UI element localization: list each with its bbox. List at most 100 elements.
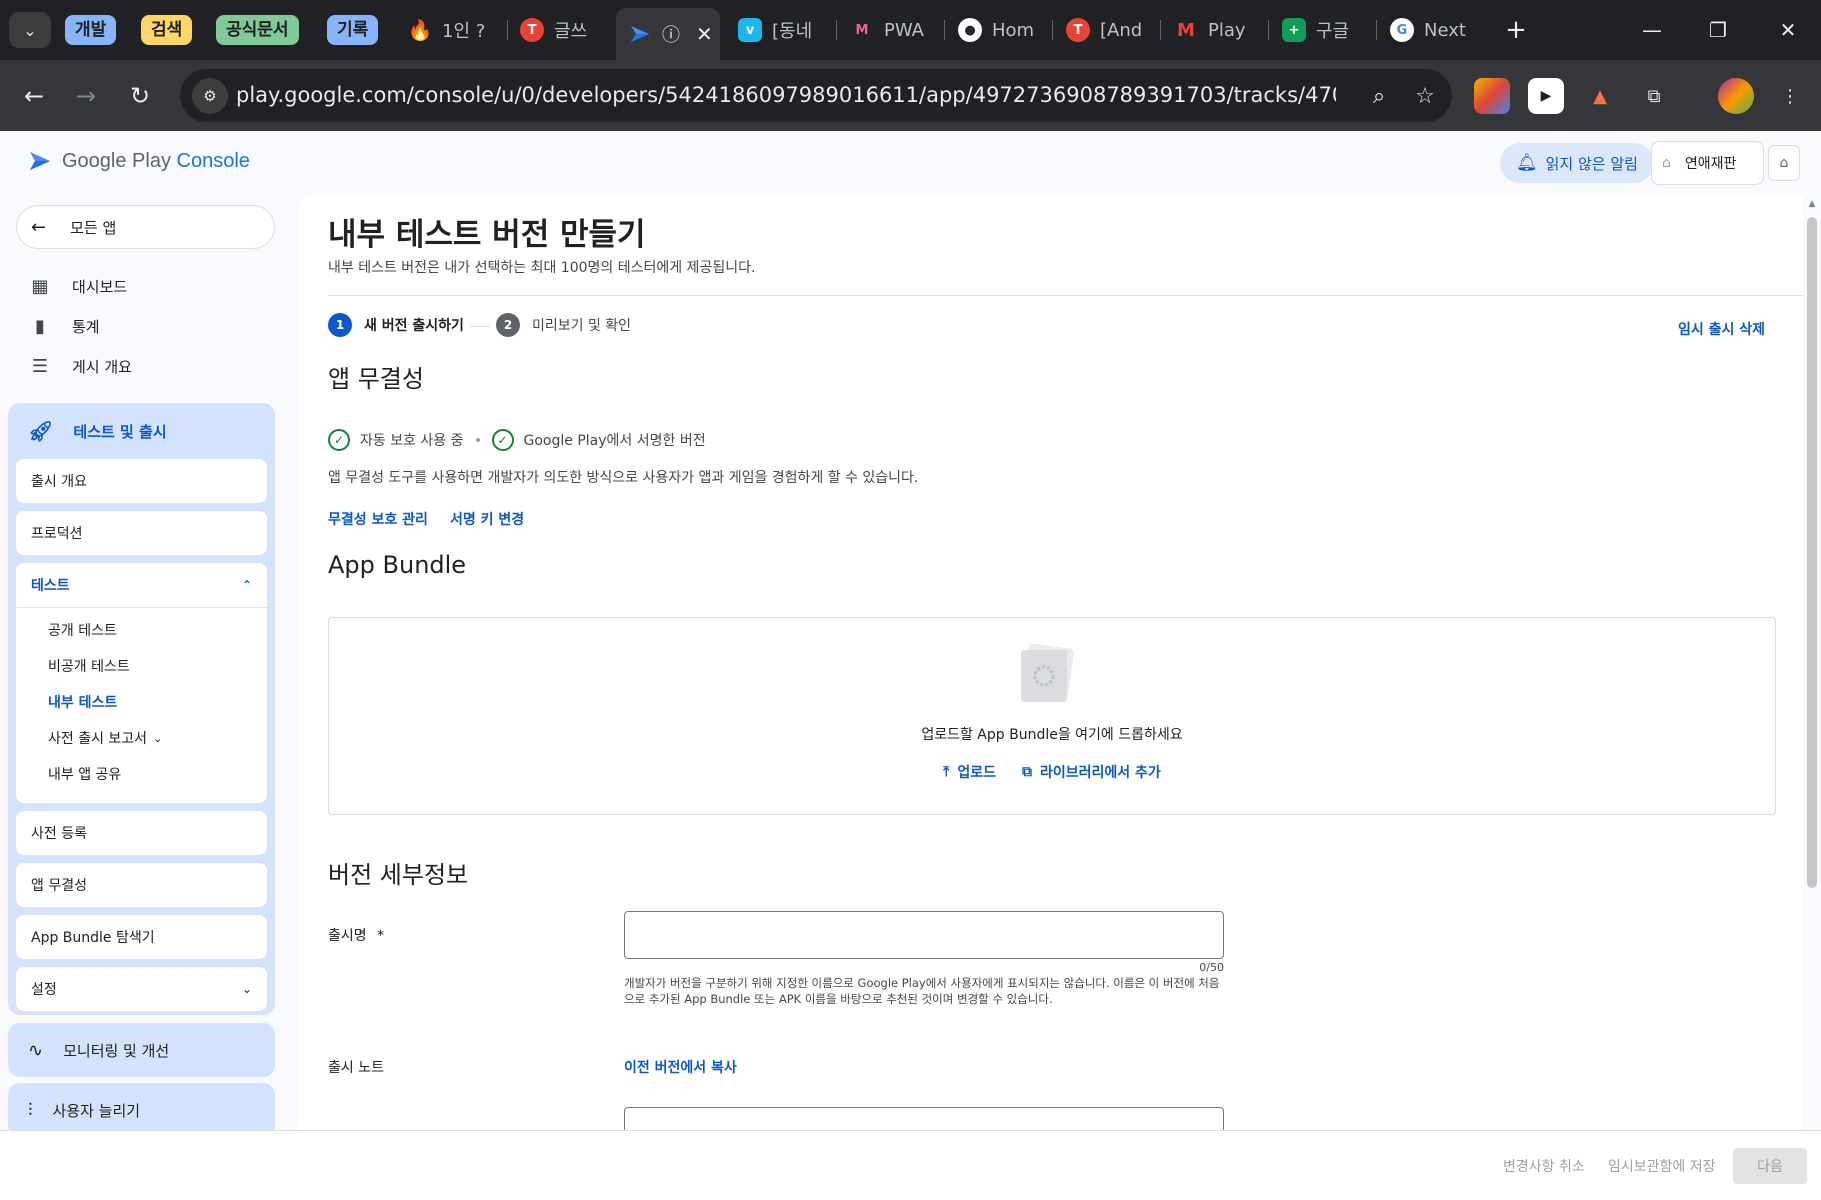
browser-tab[interactable]: G Next: [1378, 8, 1482, 52]
unread-alerts-button[interactable]: 🔔︎ 읽지 않은 알림: [1500, 143, 1654, 183]
back-button[interactable]: ←: [14, 76, 54, 116]
section-title-app-bundle: App Bundle: [328, 551, 467, 579]
sidebar-item-publishing-overview[interactable]: ☰ 게시 개요: [28, 351, 132, 381]
release-notes-label: 출시 노트: [328, 1060, 384, 1076]
rocket-icon: 🚀︎: [28, 419, 54, 443]
tab-group-chip[interactable]: 개발: [65, 15, 117, 45]
step-2[interactable]: 2 미리보기 및 확인: [496, 313, 631, 337]
arrow-right-icon: →: [75, 82, 97, 110]
sidebar-item-settings[interactable]: 설정 ⌄: [16, 967, 267, 1011]
sidebar-item-statistics[interactable]: ▮ 통계: [28, 311, 100, 341]
drop-zone-actions: ⤒ 업로드 ⧉ 라이브러리에서 추가: [329, 762, 1775, 782]
sidebar-item-app-integrity[interactable]: 앱 무결성: [16, 863, 267, 907]
sidebar: ← 모든 앱 ▦ 대시보드 ▮ 통계 ☰ 게시 개요 🚀︎ 테스트 및 출시 출…: [0, 195, 290, 1200]
browser-tab[interactable]: T [And: [1054, 8, 1158, 52]
main-content: 내부 테스트 버전 만들기 내부 테스트 버전은 내가 선택하는 최대 100명…: [298, 195, 1804, 1130]
extension-lighthouse-icon[interactable]: ▲: [1582, 78, 1618, 114]
browser-tab-active[interactable]: ⓘ ✕: [616, 8, 720, 60]
footer-action-bar: 변경사항 취소 임시보관함에 저장 다음: [0, 1130, 1821, 1200]
chevron-up-icon: ⌃: [241, 578, 252, 592]
address-bar[interactable]: ⚙ play.google.com/console/u/0/developers…: [180, 69, 1452, 122]
sidebar-item-internal-testing[interactable]: 내부 테스트: [16, 684, 267, 720]
add-from-library-button[interactable]: ⧉ 라이브러리에서 추가: [1022, 762, 1161, 782]
section-label: 사용자 늘리기: [52, 1101, 141, 1120]
release-name-input[interactable]: [624, 911, 1224, 959]
sidebar-item-open-testing[interactable]: 공개 테스트: [16, 612, 267, 648]
sidebar-item-label: 통계: [72, 317, 100, 336]
forward-button[interactable]: →: [66, 76, 106, 116]
check-circle-icon: ✓: [491, 429, 514, 451]
sidebar-section-monitor[interactable]: ∿ 모니터링 및 개선: [8, 1023, 275, 1077]
close-window-button[interactable]: ✕: [1768, 12, 1808, 48]
bar-chart-icon: ▮: [35, 315, 45, 337]
tab-search-button[interactable]: ⌄: [9, 12, 51, 48]
new-tab-button[interactable]: +: [1496, 12, 1536, 48]
browser-tab[interactable]: M PWA: [838, 8, 942, 52]
app-switcher-button[interactable]: ⌂: [1768, 145, 1800, 181]
section-title-release-details: 버전 세부정보: [328, 861, 469, 889]
step-1[interactable]: 1 새 버전 출시하기: [328, 313, 464, 337]
alerts-label: 읽지 않은 알림: [1545, 154, 1638, 173]
sidebar-item-pre-registration[interactable]: 사전 등록: [16, 811, 267, 855]
restore-icon: ❐: [1709, 18, 1727, 42]
sidebar-item-dashboard[interactable]: ▦ 대시보드: [28, 271, 127, 301]
tab-group-chip[interactable]: 기록: [327, 15, 379, 45]
release-name-counter: 0/50: [1199, 961, 1224, 974]
browser-tab[interactable]: + 구글: [1270, 8, 1374, 52]
sidebar-item-label: 게시 개요: [72, 357, 132, 376]
sidebar-item-release-overview[interactable]: 출시 개요: [16, 459, 267, 503]
extension-cube-icon[interactable]: ▶: [1528, 78, 1564, 114]
extensions-puzzle-icon[interactable]: ⧉: [1636, 78, 1672, 114]
app-bundle-drop-zone[interactable]: 업로드할 App Bundle을 여기에 드롭하세요 ⤒ 업로드 ⧉ 라이브러리…: [328, 617, 1776, 815]
zoom-icon[interactable]: ⌕: [1362, 79, 1396, 113]
close-icon[interactable]: ✕: [696, 22, 713, 46]
sidebar-item-production[interactable]: 프로덕션: [16, 511, 267, 555]
manage-integrity-link[interactable]: 무결성 보호 관리: [328, 509, 428, 529]
url-text[interactable]: play.google.com/console/u/0/developers/5…: [236, 69, 1336, 122]
tab-title: 구글: [1316, 21, 1350, 42]
more-menu-icon[interactable]: ⋮: [1772, 78, 1808, 114]
release-name-helper: 개발자가 버전을 구분하기 위해 지정한 이름으로 Google Play에서 …: [624, 976, 1220, 1006]
scroll-thumb[interactable]: [1807, 217, 1817, 888]
upload-button[interactable]: ⤒ 업로드: [943, 762, 996, 782]
profile-avatar-icon[interactable]: [1718, 78, 1754, 114]
sidebar-section-header[interactable]: 🚀︎ 테스트 및 출시: [8, 403, 275, 459]
browser-tab[interactable]: v [동네: [726, 8, 834, 52]
browser-tab[interactable]: T 글쓰: [508, 8, 608, 52]
browser-tab[interactable]: ● Hom: [946, 8, 1050, 52]
all-apps-button[interactable]: ← 모든 앱: [16, 205, 275, 249]
scroll-up-icon[interactable]: ▲: [1807, 199, 1817, 209]
extension-color-icon[interactable]: [1474, 78, 1510, 114]
developer-account-button[interactable]: ⌂ 연애재판: [1651, 141, 1764, 185]
release-notes-input[interactable]: [624, 1107, 1224, 1130]
tab-title: Hom: [992, 19, 1035, 41]
browser-tab[interactable]: M Play: [1162, 8, 1266, 52]
sidebar-section-grow[interactable]: ⫶ 사용자 늘리기: [8, 1083, 275, 1137]
sidebar-item-label: 공개 테스트: [48, 623, 117, 639]
sidebar-item-internal-app-sharing[interactable]: 내부 앱 공유: [16, 756, 267, 792]
restore-button[interactable]: ❐: [1698, 12, 1738, 48]
sidebar-item-closed-testing[interactable]: 비공개 테스트: [16, 648, 267, 684]
sidebar-item-label: App Bundle 탐색기: [31, 930, 155, 946]
discard-draft-link[interactable]: 임시 출시 삭제: [1678, 319, 1765, 339]
reload-button[interactable]: ↻: [120, 76, 160, 116]
next-button[interactable]: 다음: [1733, 1148, 1807, 1184]
discard-changes-button[interactable]: 변경사항 취소: [1503, 1148, 1585, 1184]
main-scrollbar[interactable]: ▲: [1803, 195, 1821, 1130]
minimize-button[interactable]: —: [1632, 12, 1672, 48]
chevron-down-icon: ⌄: [241, 982, 252, 996]
sidebar-item-pre-launch-report[interactable]: 사전 출시 보고서 ⌄: [16, 720, 267, 756]
testing-toggle[interactable]: 테스트 ⌃: [16, 563, 267, 607]
play-console-logo[interactable]: Google Play Console: [28, 149, 250, 173]
change-signing-key-link[interactable]: 서명 키 변경: [450, 509, 524, 529]
save-draft-button[interactable]: 임시보관함에 저장: [1608, 1148, 1716, 1184]
sidebar-item-app-bundle-explorer[interactable]: App Bundle 탐색기: [16, 915, 267, 959]
tab-group-chip[interactable]: 공식문서: [216, 15, 299, 45]
page-title: 내부 테스트 버전 만들기: [328, 217, 646, 253]
step-label: 미리보기 및 확인: [532, 318, 632, 334]
browser-tab[interactable]: 🔥 1인 ?: [396, 8, 506, 52]
copy-from-previous-link[interactable]: 이전 버전에서 복사: [624, 1057, 737, 1077]
tab-group-chip[interactable]: 검색: [141, 15, 193, 45]
bookmark-star-icon[interactable]: ☆: [1408, 79, 1442, 113]
site-info-icon[interactable]: ⚙: [192, 78, 228, 114]
